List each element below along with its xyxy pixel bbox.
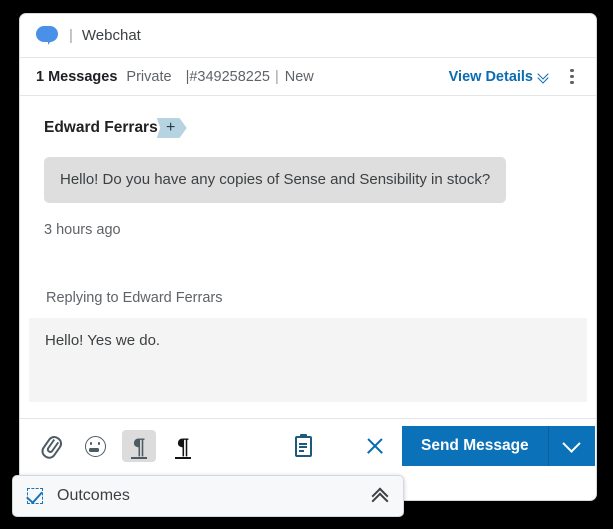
message-count: 1 Messages — [36, 68, 118, 85]
outcomes-title: Outcomes — [57, 487, 130, 504]
plus-icon: + — [166, 119, 176, 136]
chat-bubble-icon — [36, 26, 58, 45]
outcomes-panel[interactable]: Outcomes — [12, 475, 404, 517]
more-options-icon[interactable] — [562, 66, 582, 88]
meta-bar: 1 Messages Private |#349258225 | New Vie… — [20, 58, 596, 96]
view-details-button[interactable]: View Details — [449, 69, 551, 85]
meta-separator: | — [274, 68, 279, 85]
add-contact-badge[interactable]: + — [156, 118, 187, 138]
message-bubble: Hello! Do you have any copies of Sense a… — [44, 157, 507, 204]
message-timestamp: 3 hours ago — [44, 222, 121, 239]
channel-separator: | — [69, 27, 73, 44]
checkbox-check-icon — [26, 486, 46, 506]
send-button-group: Send Message — [402, 426, 595, 467]
privacy-label: Private — [126, 68, 172, 85]
close-icon[interactable] — [358, 430, 392, 462]
paragraph-bold-icon[interactable]: ¶ — [166, 430, 200, 462]
double-chevron-up-icon[interactable] — [371, 489, 389, 504]
conversation-card: | Webchat 1 Messages Private |#349258225… — [19, 13, 597, 501]
attach-icon[interactable] — [34, 430, 68, 462]
sender-row: Edward Ferrars + — [44, 118, 580, 138]
status-badge: New — [284, 68, 314, 85]
double-chevron-down-icon — [538, 70, 551, 83]
case-id: |#349258225 — [185, 68, 270, 85]
send-message-button[interactable]: Send Message — [402, 426, 549, 467]
paragraph-icon[interactable]: ¶ — [122, 430, 156, 463]
window-frame: | Webchat 1 Messages Private |#349258225… — [0, 0, 613, 529]
notes-icon[interactable] — [286, 430, 320, 462]
view-details-label: View Details — [448, 68, 533, 85]
send-options-button[interactable] — [548, 426, 595, 467]
replying-to-label: Replying to Edward Ferrars — [46, 290, 223, 307]
emoji-icon[interactable] — [78, 430, 112, 462]
chevron-down-icon — [562, 434, 581, 453]
channel-bar: | Webchat — [20, 14, 596, 58]
conversation-thread: Edward Ferrars + Hello! Do you have any … — [20, 96, 596, 238]
sender-name: Edward Ferrars — [44, 119, 158, 136]
channel-name: Webchat — [81, 27, 141, 44]
composer-toolbar: ¶ ¶ Send Message — [20, 418, 596, 473]
reply-input[interactable]: Hello! Yes we do. — [29, 318, 587, 403]
